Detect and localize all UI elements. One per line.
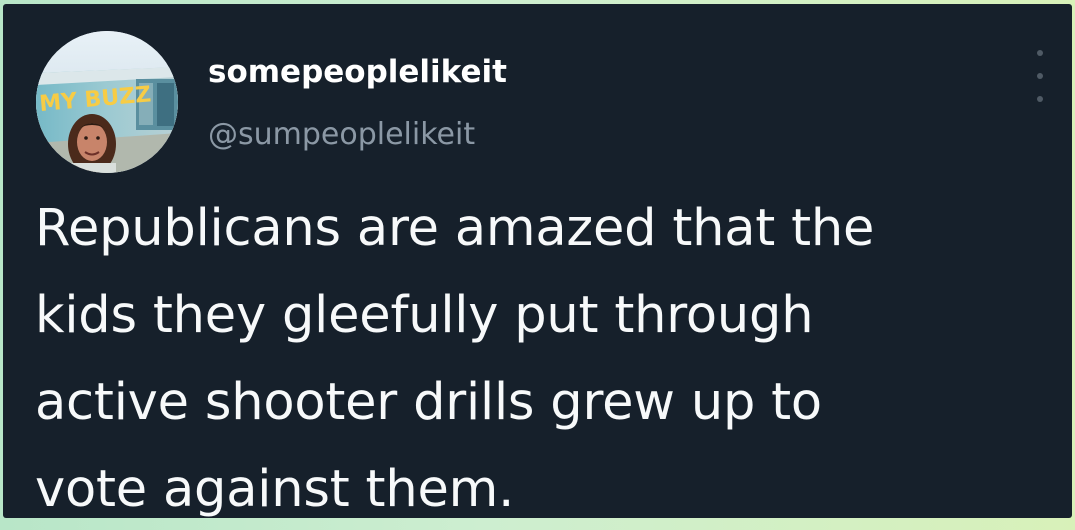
- avatar[interactable]: MY BUZZ: [36, 31, 178, 173]
- menu-dot: [1037, 50, 1043, 56]
- avatar-image: MY BUZZ: [36, 31, 178, 173]
- display-name[interactable]: somepeoplelikeit: [208, 52, 507, 92]
- menu-dot: [1037, 96, 1043, 102]
- tweet-text-line: active shooter drills grew up to: [35, 373, 822, 432]
- tweet-text-line: Republicans are amazed that the: [35, 199, 875, 258]
- menu-dot: [1037, 73, 1043, 79]
- tweet-card: MY BUZZ somepeoplelikeit @sumpeoplelikei…: [3, 4, 1072, 518]
- tweet-text-line: vote against them.: [35, 460, 515, 518]
- tweet-text-line: kids they gleefully put through: [35, 286, 814, 345]
- more-vertical-icon[interactable]: [1028, 50, 1052, 102]
- user-handle[interactable]: @sumpeoplelikeit: [208, 116, 475, 154]
- screenshot-frame: MY BUZZ somepeoplelikeit @sumpeoplelikei…: [0, 0, 1075, 530]
- tweet-text: Republicans are amazed that the kids the…: [35, 185, 1035, 518]
